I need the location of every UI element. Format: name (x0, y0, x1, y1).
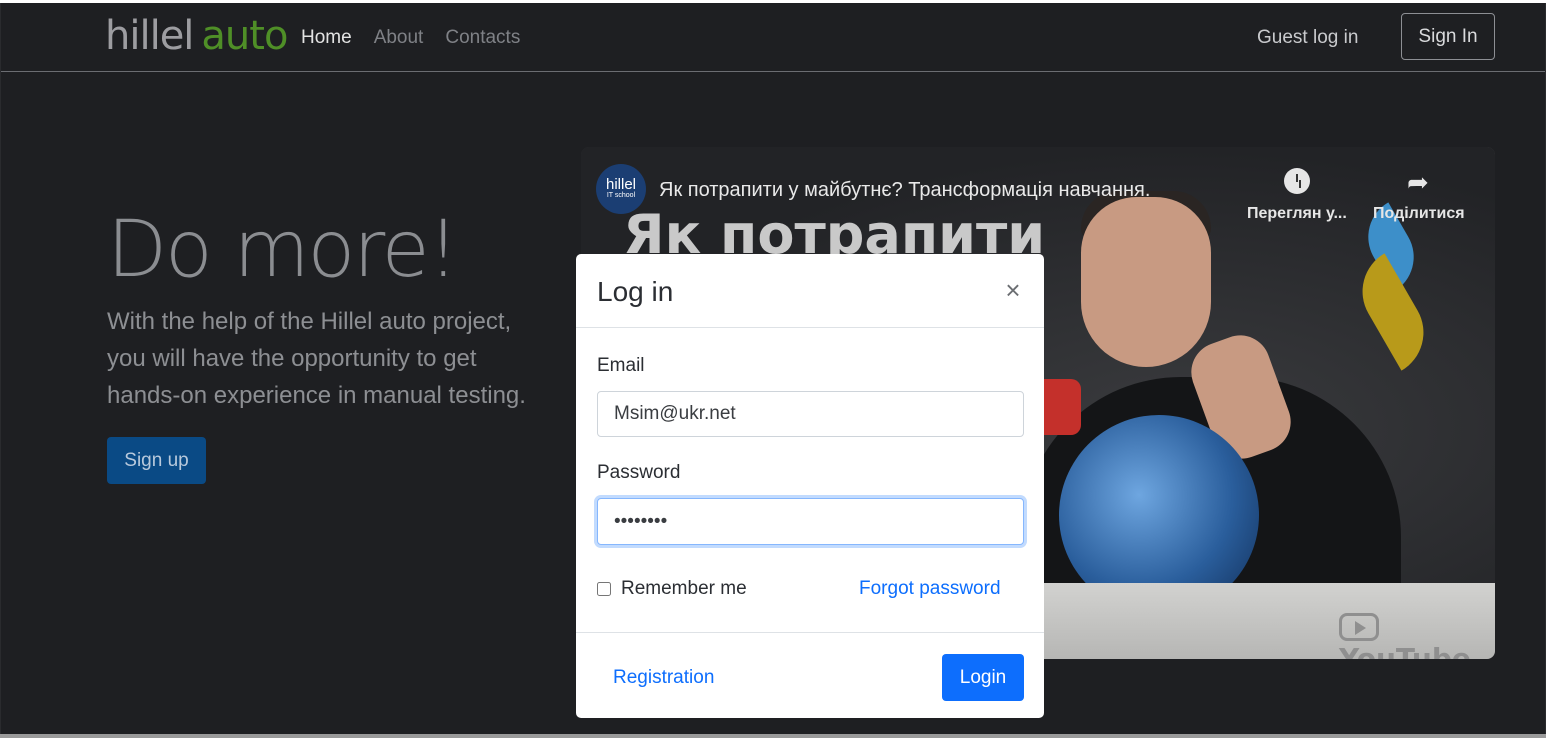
play-button[interactable] (1043, 379, 1081, 435)
remember-me-label: Remember me (621, 578, 747, 599)
main-nav: Home About Contacts (301, 27, 520, 49)
modal-title: Log in (597, 276, 674, 307)
login-button[interactable]: Login (942, 654, 1024, 701)
share-label[interactable]: Поділитися (1373, 205, 1465, 223)
channel-sub: IT school (606, 192, 636, 199)
sign-in-button[interactable]: Sign In (1401, 13, 1495, 60)
sign-up-button[interactable]: Sign up (107, 437, 206, 484)
clock-icon[interactable] (1284, 168, 1310, 194)
bottom-bar (0, 734, 1546, 738)
remember-me-checkbox[interactable] (597, 582, 611, 596)
guest-login-button[interactable]: Guest log in (1257, 27, 1358, 49)
email-field[interactable] (597, 391, 1024, 437)
hero-title: Do more! (107, 205, 459, 295)
logo-hillel: hillel (105, 13, 194, 59)
channel-name: hillel (605, 176, 636, 193)
youtube-wordmark: YouTube (1339, 642, 1471, 659)
close-icon[interactable]: × (1000, 276, 1026, 304)
email-label: Email (597, 355, 645, 376)
modal-header: Log in × (576, 254, 1044, 328)
video-person-head (1081, 197, 1211, 367)
login-modal: Log in × Email Password Remember me Forg… (576, 254, 1044, 718)
channel-avatar[interactable]: hillel IT school (596, 164, 646, 214)
registration-link[interactable]: Registration (613, 667, 714, 689)
nav-about[interactable]: About (374, 27, 424, 49)
password-field[interactable] (597, 498, 1024, 545)
password-label: Password (597, 462, 681, 483)
hero-text: With the help of the Hillel auto project… (107, 308, 526, 409)
watch-later-label[interactable]: Переглян у... (1247, 205, 1347, 223)
remember-me[interactable]: Remember me (597, 578, 747, 600)
video-title[interactable]: Як потрапити у майбутнє? Трансформація н… (659, 179, 1150, 202)
youtube-logo[interactable]: YouTube (1339, 609, 1495, 659)
nav-home[interactable]: Home (301, 27, 352, 49)
header: hillel auto Home About Contacts Guest log… (1, 3, 1545, 72)
youtube-play-icon (1339, 613, 1379, 641)
forgot-password-link[interactable]: Forgot password (859, 578, 1001, 600)
modal-footer: Registration Login (576, 632, 1044, 718)
logo-auto: auto (201, 13, 288, 59)
nav-contacts[interactable]: Contacts (445, 27, 520, 49)
share-icon[interactable]: ➦ (1407, 167, 1429, 198)
logo[interactable]: hillel auto (105, 13, 288, 59)
